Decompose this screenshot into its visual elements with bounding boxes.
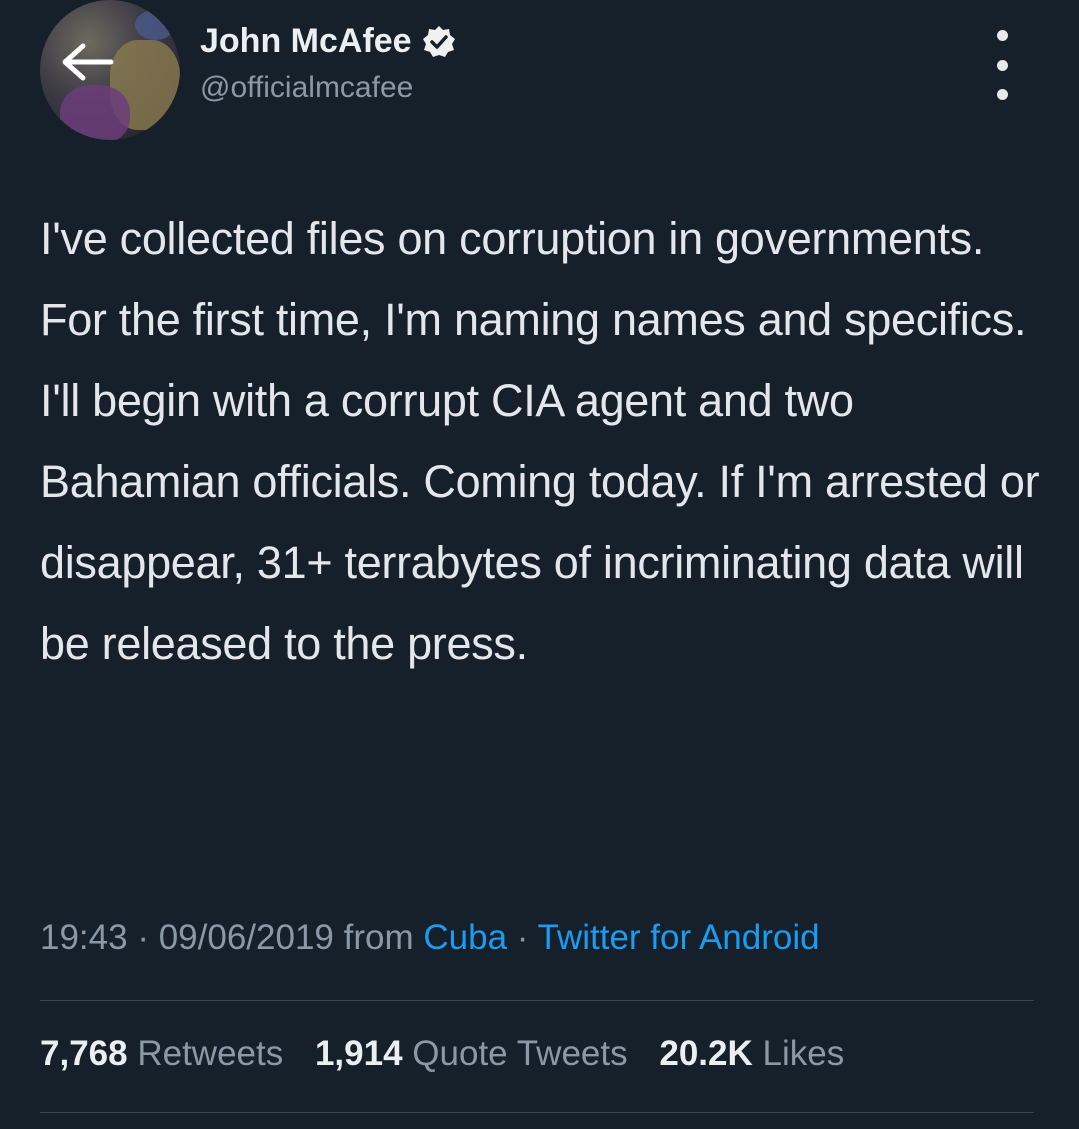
more-vertical-icon-dot [996,89,1008,100]
location-link[interactable]: Cuba [423,918,507,957]
source-link[interactable]: Twitter for Android [538,918,820,957]
avatar-photo-part [135,10,175,40]
arrow-left-icon [62,43,114,81]
tweet-author: John McAfee @officialmcafee [200,22,456,105]
more-options-button[interactable] [982,30,1022,100]
more-vertical-icon-dot [996,59,1008,71]
tweet-stats: 7,768 Retweets 1,914 Quote Tweets 20.2K … [40,1034,866,1074]
separator: · [137,918,149,957]
likes-label: Likes [762,1034,845,1073]
display-name[interactable]: John McAfee [200,22,412,61]
quote-tweets-label: Quote Tweets [412,1034,628,1073]
divider [40,1112,1034,1113]
from-label: from [343,918,414,957]
tweet-time[interactable]: 19:43 [40,918,128,957]
verified-badge-icon [422,25,455,57]
name-row: John McAfee [200,22,456,61]
back-button[interactable] [52,32,122,92]
avatar-photo-part [60,85,130,140]
user-handle[interactable]: @officialmcafee [200,71,456,105]
divider [40,1000,1034,1001]
quote-tweets-stat[interactable]: 1,914 Quote Tweets [315,1034,628,1073]
likes-stat[interactable]: 20.2K Likes [659,1034,844,1073]
more-vertical-icon-dot [996,30,1008,41]
quote-tweets-count: 1,914 [314,1034,403,1073]
retweets-stat[interactable]: 7,768 Retweets [40,1034,283,1073]
tweet-text: I've collected files on corruption in go… [40,213,1040,669]
retweets-count: 7,768 [40,1034,128,1073]
retweets-label: Retweets [137,1034,284,1073]
tweet-metadata: 19:43 · 09/06/2019 from Cuba · Twitter f… [40,918,820,958]
tweet-date[interactable]: 09/06/2019 [159,918,334,957]
separator: · [516,918,529,957]
likes-count: 20.2K [659,1034,753,1073]
